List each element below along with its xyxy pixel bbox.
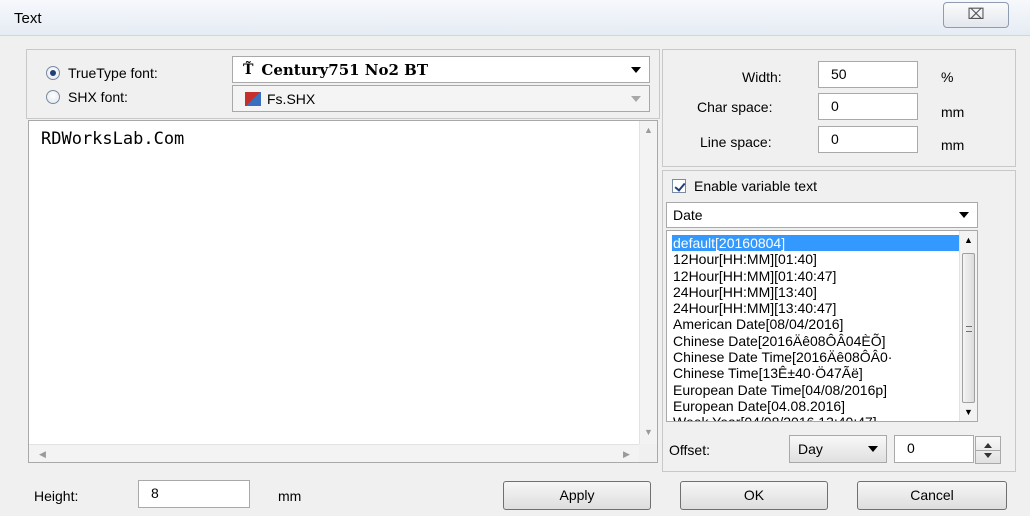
date-format-list[interactable]: default[20160804] 12Hour[HH:MM][01:40] 12H… [666, 230, 978, 422]
date-format-item[interactable]: American Date[08/04/2016] [672, 316, 959, 332]
offset-unit-value: Day [798, 441, 823, 457]
scroll-corner [639, 444, 657, 462]
shx-font-select[interactable]: Fs.SHX [232, 85, 650, 112]
char-space-field[interactable]: 0 [818, 93, 918, 120]
date-format-item[interactable]: 24Hour[HH:MM][13:40] [672, 284, 959, 300]
line-space-field[interactable]: 0 [818, 126, 918, 153]
text-input-area[interactable]: RDWorksLab.Com ▲ ▼ ◀ ▶ [28, 120, 658, 463]
date-format-item[interactable]: 12Hour[HH:MM][01:40] [672, 251, 959, 267]
line-space-unit: mm [941, 137, 965, 153]
line-space-label: Line space: [700, 134, 772, 150]
scroll-down-icon[interactable]: ▼ [644, 427, 653, 437]
enable-variable-text-checkbox[interactable] [672, 179, 686, 193]
scroll-grip-icon [966, 326, 972, 332]
shx-font-icon [245, 91, 261, 106]
scroll-left-icon[interactable]: ◀ [39, 449, 46, 460]
text-dialog: TrueType font: SHX font: T̃ Century751 N… [0, 36, 1030, 516]
char-space-unit: mm [941, 104, 965, 120]
chevron-down-icon [868, 446, 878, 452]
text-content[interactable]: RDWorksLab.Com [41, 129, 184, 149]
apply-button[interactable]: Apply [503, 481, 651, 510]
scroll-up-icon[interactable]: ▲ [964, 235, 973, 245]
date-format-item[interactable]: European Date Time[04/08/2016p] [672, 382, 959, 398]
date-format-item[interactable]: Chinese Date Time[2016Äê08ÔÂ0· [672, 349, 959, 365]
list-scrollbar[interactable]: ▲ ▼ [959, 231, 977, 421]
truetype-label: TrueType font: [68, 65, 158, 81]
chevron-down-icon [959, 212, 969, 218]
chevron-down-icon [631, 66, 641, 73]
text-horizontal-scrollbar[interactable]: ◀ ▶ [29, 444, 641, 462]
spin-down-icon[interactable] [984, 453, 992, 458]
offset-value-field[interactable]: 0 [894, 435, 974, 463]
truetype-font-value: Century751 No2 BT [261, 60, 429, 79]
ok-button[interactable]: OK [680, 481, 828, 510]
date-format-items: default[20160804] 12Hour[HH:MM][01:40] 12H… [672, 235, 959, 421]
offset-label: Offset: [669, 442, 710, 458]
scroll-down-icon[interactable]: ▼ [964, 407, 973, 417]
date-format-item[interactable]: Chinese Time[13Ê±40·Ö47Ãë] [672, 365, 959, 381]
offset-unit-select[interactable]: Day [789, 435, 887, 463]
date-format-item[interactable]: 24Hour[HH:MM][13:40:47] [672, 300, 959, 316]
close-button[interactable]: ⌧ [943, 2, 1009, 28]
variable-type-value: Date [673, 207, 703, 223]
offset-spinner[interactable] [975, 436, 1001, 464]
width-unit: % [941, 69, 954, 85]
shx-label: SHX font: [68, 89, 128, 105]
date-format-item[interactable]: Chinese Date[2016Äê08ÔÂ04ÈÕ] [672, 333, 959, 349]
date-format-item[interactable]: default[20160804] [672, 235, 959, 252]
width-label: Width: [742, 69, 782, 85]
height-field[interactable]: 8 [138, 480, 250, 508]
close-icon: ⌧ [967, 6, 985, 23]
title-bar: Text ⌧ [0, 0, 1030, 36]
spin-divider [976, 450, 1000, 451]
shx-font-value: Fs.SHX [267, 90, 316, 107]
truetype-radio[interactable] [46, 66, 60, 80]
chevron-down-icon [631, 95, 641, 102]
height-label: Height: [34, 488, 79, 504]
date-format-item[interactable]: Week Year[04/08/2016 13:40:47] [672, 414, 959, 421]
height-unit: mm [278, 488, 302, 504]
date-format-item[interactable]: European Date[04.08.2016] [672, 398, 959, 414]
char-space-label: Char space: [697, 99, 773, 115]
shx-radio-row[interactable]: SHX font: [46, 89, 128, 105]
variable-type-select[interactable]: Date [666, 202, 978, 228]
date-format-item[interactable]: 12Hour[HH:MM][01:40:47] [672, 268, 959, 284]
text-vertical-scrollbar[interactable]: ▲ ▼ [639, 121, 657, 445]
shx-radio[interactable] [46, 90, 60, 104]
truetype-radio-row[interactable]: TrueType font: [46, 65, 158, 81]
truetype-font-select[interactable]: T̃ Century751 No2 BT [232, 56, 650, 83]
list-scroll-thumb[interactable] [962, 253, 975, 403]
cancel-button[interactable]: Cancel [857, 481, 1007, 510]
window-title: Text [14, 10, 42, 27]
spin-up-icon[interactable] [984, 443, 992, 448]
truetype-font-icon: T̃ [243, 61, 254, 78]
enable-variable-text-label: Enable variable text [694, 178, 817, 194]
scroll-up-icon[interactable]: ▲ [644, 125, 653, 135]
width-field[interactable]: 50 [818, 61, 918, 88]
scroll-right-icon[interactable]: ▶ [623, 449, 630, 460]
